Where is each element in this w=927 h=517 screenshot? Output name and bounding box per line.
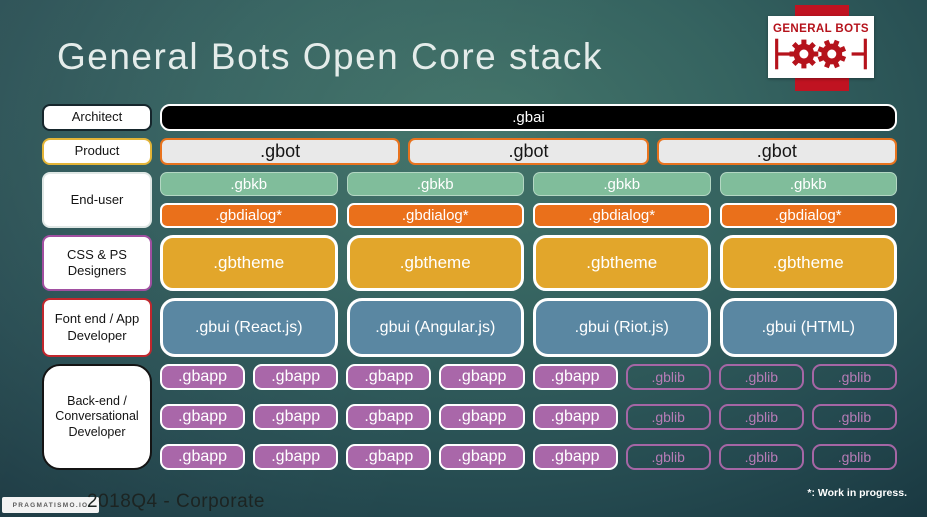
box-gbot: .gbot xyxy=(160,138,401,165)
box-gbapp: .gbapp xyxy=(253,364,339,390)
box-gbtheme: .gbtheme xyxy=(346,235,524,291)
box-gbapp: .gbapp xyxy=(346,404,432,430)
box-gblib: .gblib xyxy=(625,404,711,430)
cell-row: .gbui (React.js) .gbui (Angular.js) .gbui … xyxy=(160,298,897,357)
box-gbapp: .gbapp xyxy=(160,444,246,470)
general-bots-logo: GENERAL BOTS xyxy=(768,16,874,78)
box-gbui: .gbui (Angular.js) xyxy=(346,298,524,357)
page-title: General Bots Open Core stack xyxy=(57,36,603,77)
box-gbapp: .gbapp xyxy=(253,404,339,430)
box-gblib: .gblib xyxy=(625,364,711,390)
box-gbkb: .gbkb xyxy=(160,172,338,196)
box-gbkb: .gbkb xyxy=(533,172,711,196)
row-label-end-user: End-user xyxy=(42,172,152,228)
box-gbapp: .gbapp xyxy=(439,404,525,430)
band-product: Product .gbot .gbot .gbot xyxy=(42,138,897,165)
box-gblib: .gblib xyxy=(811,364,897,390)
box-gbtheme: .gbtheme xyxy=(533,235,711,291)
box-gbapp: .gbapp xyxy=(160,364,246,390)
band-front-end-app-developer: Font end / App Developer .gbui (React.js)… xyxy=(42,298,897,357)
band-content-end-user: .gbkb .gbkb .gbkb .gbkb .gbdialog* .gbdialog*… xyxy=(160,172,897,228)
pragmatismo-badge: PRAGMATISMO.IO xyxy=(2,497,99,513)
cell-row: .gbai xyxy=(160,104,897,131)
box-gbapp: .gbapp xyxy=(253,444,339,470)
box-gblib: .gblib xyxy=(811,444,897,470)
work-in-progress-footnote: *: Work in progress. xyxy=(807,487,907,499)
box-gbdialog: .gbdialog* xyxy=(533,203,711,228)
slide: General Bots Open Core stack GENERAL BOT… xyxy=(0,0,927,517)
band-content-css-ps-designers: .gbtheme .gbtheme .gbtheme .gbtheme xyxy=(160,235,897,291)
box-gbui: .gbui (React.js) xyxy=(160,298,338,357)
cell-row: .gbapp .gbapp .gbapp .gbapp .gbapp .gblib .gbl… xyxy=(160,444,897,470)
box-gbkb: .gbkb xyxy=(346,172,524,196)
band-end-user: End-user .gbkb .gbkb .gbkb .gbkb .gbdialog* .g… xyxy=(42,172,897,228)
box-gbai: .gbai xyxy=(160,104,897,131)
band-content-architect: .gbai xyxy=(160,104,897,131)
box-gbkb: .gbkb xyxy=(719,172,897,196)
box-gbdialog: .gbdialog* xyxy=(160,203,338,228)
cell-row: .gbdialog* .gbdialog* .gbdialog* .gbdialog* xyxy=(160,203,897,228)
box-gbapp: .gbapp xyxy=(439,364,525,390)
band-content-back-end-conversational-developer: .gbapp .gbapp .gbapp .gbapp .gbapp .gblib .gbl… xyxy=(160,364,897,470)
cell-row: .gbtheme .gbtheme .gbtheme .gbtheme xyxy=(160,235,897,291)
box-gbui: .gbui (HTML) xyxy=(719,298,897,357)
cell-row: .gbot .gbot .gbot xyxy=(160,138,897,165)
box-gblib: .gblib xyxy=(625,444,711,470)
row-label-architect: Architect xyxy=(42,104,152,131)
footer-caption: 2018Q4 - Corporate xyxy=(87,491,265,512)
row-label-css-ps-designers: CSS & PS Designers xyxy=(42,235,152,291)
box-gbapp: .gbapp xyxy=(346,444,432,470)
band-css-ps-designers: CSS & PS Designers .gbtheme .gbtheme .gbthe… xyxy=(42,235,897,291)
band-back-end-conversational-developer: Back-end / Conversational Developer .gbap… xyxy=(42,364,897,470)
row-label-product: Product xyxy=(42,138,152,165)
logo-brand-text: GENERAL BOTS xyxy=(773,22,869,35)
double-gear-icon xyxy=(775,38,867,69)
stack-diagram: Architect .gbai Product .gbot .gbot .gbot End-… xyxy=(42,104,897,477)
box-gblib: .gblib xyxy=(718,404,804,430)
band-content-product: .gbot .gbot .gbot xyxy=(160,138,897,165)
box-gblib: .gblib xyxy=(811,404,897,430)
box-gbapp: .gbapp xyxy=(532,364,618,390)
row-label-back-end-conversational-developer: Back-end / Conversational Developer xyxy=(42,364,152,470)
cell-row: .gbapp .gbapp .gbapp .gbapp .gbapp .gblib .gbl… xyxy=(160,364,897,390)
row-label-front-end-app-developer: Font end / App Developer xyxy=(42,298,152,357)
cell-row: .gbkb .gbkb .gbkb .gbkb xyxy=(160,172,897,196)
box-gbapp: .gbapp xyxy=(346,364,432,390)
box-gbapp: .gbapp xyxy=(439,444,525,470)
box-gblib: .gblib xyxy=(718,444,804,470)
box-gblib: .gblib xyxy=(718,364,804,390)
box-gbdialog: .gbdialog* xyxy=(346,203,524,228)
box-gbot: .gbot xyxy=(656,138,897,165)
box-gbtheme: .gbtheme xyxy=(719,235,897,291)
box-gbdialog: .gbdialog* xyxy=(719,203,897,228)
box-gbapp: .gbapp xyxy=(532,404,618,430)
cell-row: .gbapp .gbapp .gbapp .gbapp .gbapp .gblib .gbl… xyxy=(160,404,897,430)
box-gbot: .gbot xyxy=(408,138,649,165)
box-gbtheme: .gbtheme xyxy=(160,235,338,291)
band-architect: Architect .gbai xyxy=(42,104,897,131)
box-gbapp: .gbapp xyxy=(160,404,246,430)
box-gbapp: .gbapp xyxy=(532,444,618,470)
band-content-front-end-app-developer: .gbui (React.js) .gbui (Angular.js) .gbui … xyxy=(160,298,897,357)
box-gbui: .gbui (Riot.js) xyxy=(533,298,711,357)
